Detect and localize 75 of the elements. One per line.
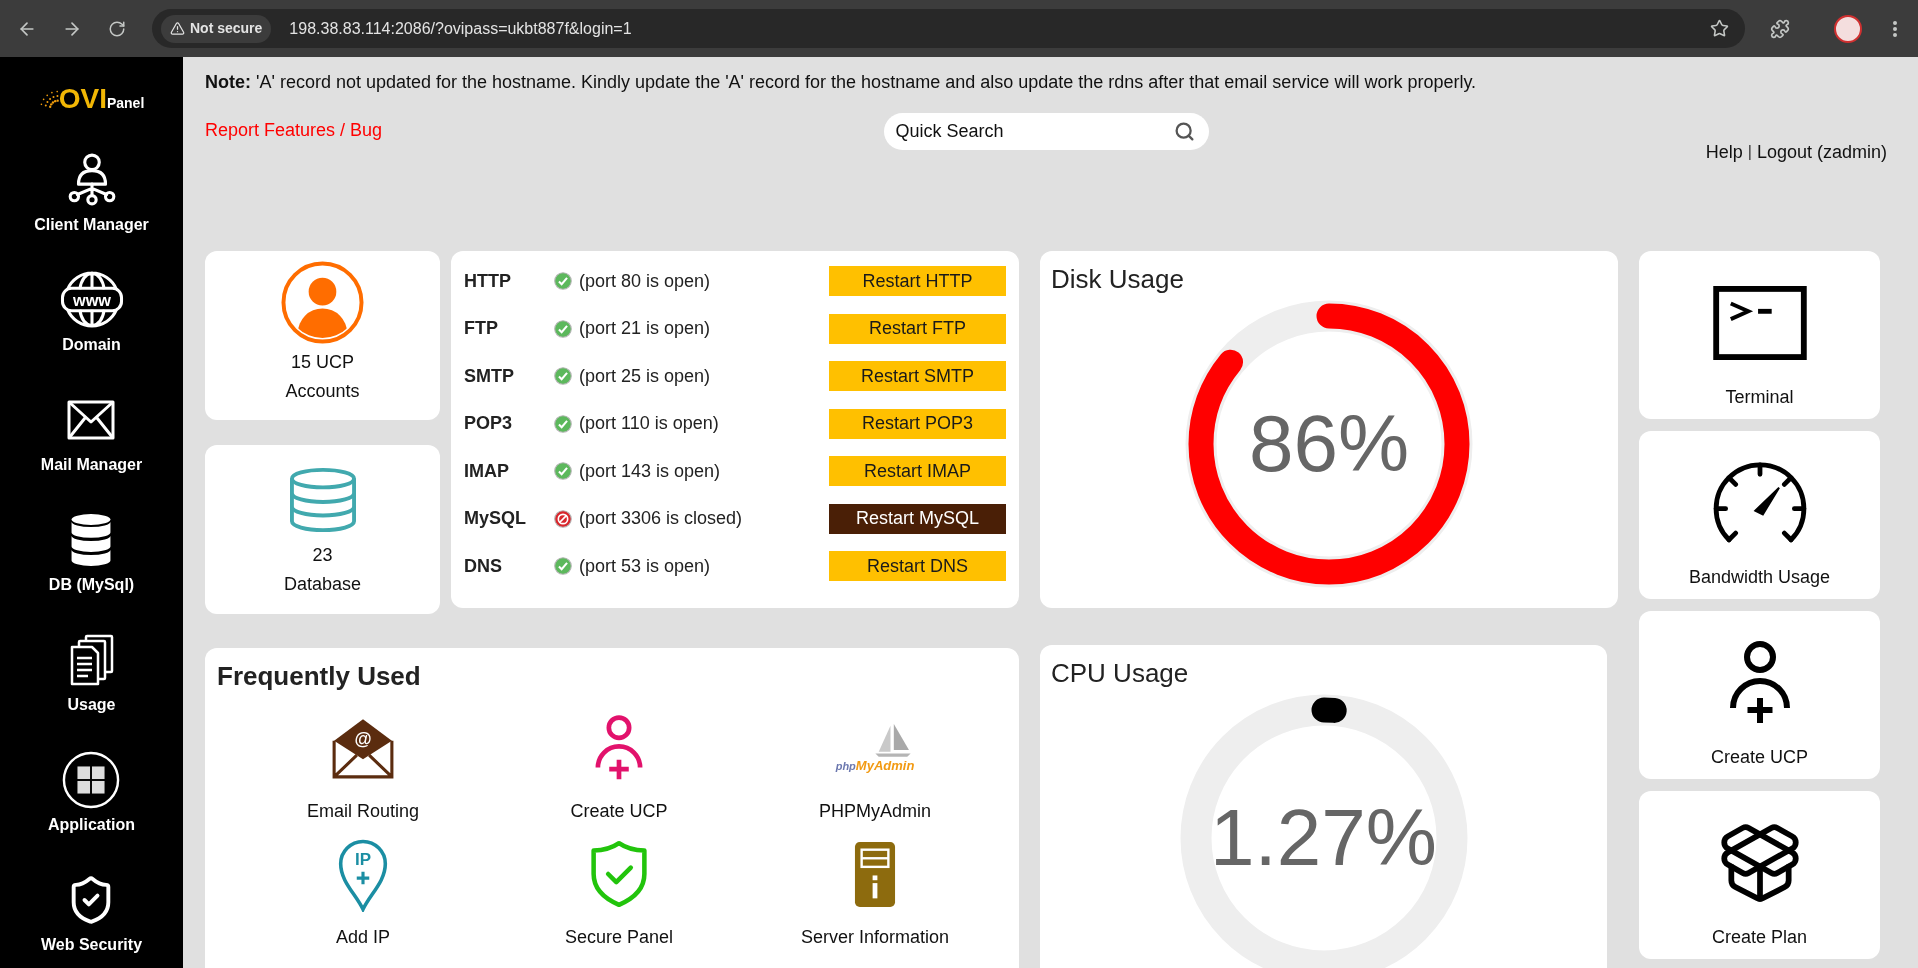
security-chip[interactable]: Not secure bbox=[161, 14, 272, 43]
tool-card[interactable]: Create UCP bbox=[1639, 611, 1880, 779]
url-text: 198.38.83.114:2086/?ovipass=ukbt887f&login=1 bbox=[289, 18, 632, 39]
service-status-text: (port 53 is open) bbox=[579, 554, 711, 578]
tool-card[interactable]: Terminal bbox=[1639, 251, 1880, 419]
person-plus-icon bbox=[594, 714, 644, 782]
warning-icon bbox=[170, 21, 185, 36]
service-status-text: (port 3306 is closed) bbox=[579, 507, 743, 530]
terminal-icon bbox=[1712, 286, 1807, 360]
service-name: POP3 bbox=[464, 412, 514, 435]
database-icon bbox=[287, 467, 358, 533]
service-name: HTTP bbox=[464, 269, 512, 293]
section-title: Frequently Used bbox=[217, 661, 422, 691]
sidebar-item[interactable]: Web Security bbox=[40, 867, 143, 955]
sidebar-item[interactable]: Client Manager bbox=[34, 147, 149, 235]
card-title: CPU Usage bbox=[1050, 658, 1190, 688]
separator-text: | bbox=[1747, 142, 1752, 162]
server-info-icon bbox=[854, 840, 896, 908]
shortcut-link[interactable]: Create UCP bbox=[570, 713, 668, 823]
restart-button[interactable]: Restart IMAP bbox=[829, 456, 1006, 486]
restart-button[interactable]: Restart FTP bbox=[829, 313, 1006, 344]
search-field[interactable]: Quick Search bbox=[883, 113, 1209, 150]
reload-icon bbox=[108, 19, 126, 38]
search-icon[interactable] bbox=[1173, 121, 1195, 142]
sidebar-item[interactable]: www Domain bbox=[58, 267, 125, 355]
service-name: DNS bbox=[464, 554, 503, 578]
shortcut-link[interactable]: phpMyAdmin PHPMyAdmin bbox=[819, 713, 931, 823]
logout-link[interactable]: Logout (zadmin) bbox=[1756, 141, 1887, 163]
service-status-text: (port 25 is open) bbox=[579, 364, 711, 388]
stat-label: Accounts bbox=[285, 380, 360, 403]
restart-button[interactable]: Restart MySQL bbox=[829, 503, 1006, 534]
documents-icon bbox=[69, 634, 114, 686]
service-status-text: (port 110 is open) bbox=[579, 412, 719, 435]
profile-avatar[interactable] bbox=[1834, 14, 1862, 43]
service-name: FTP bbox=[464, 317, 499, 340]
sidebar-item[interactable]: DB (MySql) bbox=[48, 507, 135, 595]
shortcut-link[interactable]: Secure Panel bbox=[564, 839, 674, 949]
restart-button[interactable]: Restart SMTP bbox=[829, 361, 1006, 391]
card-title: Disk Usage bbox=[1050, 264, 1185, 294]
person-plus-icon bbox=[1727, 640, 1792, 726]
envelope-icon bbox=[67, 400, 116, 440]
service-name: SMTP bbox=[464, 364, 515, 388]
person-network-icon bbox=[66, 153, 117, 207]
sidebar-item[interactable]: Application bbox=[47, 747, 136, 835]
bookmark-star-icon[interactable] bbox=[1710, 19, 1729, 38]
service-name: MySQL bbox=[464, 507, 527, 530]
service-status-text: (port 143 is open) bbox=[579, 459, 721, 483]
logo-text: phpMyAdmin bbox=[835, 758, 915, 774]
address-bar[interactable]: Not secure 198.38.83.114:2086/?ovipass=ukbt887f&login=1 bbox=[152, 9, 1745, 48]
service-status-text: (port 80 is open) bbox=[579, 269, 711, 293]
grid-circle-icon bbox=[62, 751, 121, 809]
shield-check-icon bbox=[590, 839, 648, 909]
stat-count: 15 UCP bbox=[291, 351, 354, 374]
tool-card[interactable]: Create Plan bbox=[1639, 791, 1880, 959]
logo-text: OVI Panel bbox=[58, 84, 145, 116]
sidebar-item[interactable]: Usage bbox=[67, 627, 116, 715]
shortcut-link[interactable]: @ Email Routing bbox=[306, 713, 420, 823]
stat-count: 23 bbox=[312, 544, 333, 567]
stat-label: Database bbox=[283, 573, 362, 596]
restart-button[interactable]: Restart DNS bbox=[829, 551, 1006, 581]
menu-dots-icon bbox=[1893, 20, 1897, 37]
gauge-value: 1.27% bbox=[1210, 798, 1437, 878]
tool-card[interactable]: Bandwidth Usage bbox=[1639, 431, 1880, 599]
shortcut-link[interactable]: IP Add IP bbox=[335, 839, 390, 949]
notice-text: Note: 'A' record not updated for the hostname. Kindly update the 'A' record for the hostname and also update the rdns after that email service will work properly. bbox=[205, 71, 1478, 93]
gauge-value: 86% bbox=[1248, 404, 1410, 484]
user-circle-icon bbox=[281, 261, 364, 344]
puzzle-icon bbox=[1770, 18, 1790, 39]
service-name: IMAP bbox=[464, 459, 510, 483]
shortcut-link[interactable]: Server Information bbox=[800, 839, 950, 949]
restart-button[interactable]: Restart HTTP bbox=[829, 266, 1006, 296]
service-status-text: (port 21 is open) bbox=[579, 317, 711, 340]
restart-button[interactable]: Restart POP3 bbox=[829, 408, 1006, 439]
sidebar-item[interactable]: Mail Manager bbox=[40, 387, 143, 475]
help-link[interactable]: Help bbox=[1705, 141, 1743, 163]
